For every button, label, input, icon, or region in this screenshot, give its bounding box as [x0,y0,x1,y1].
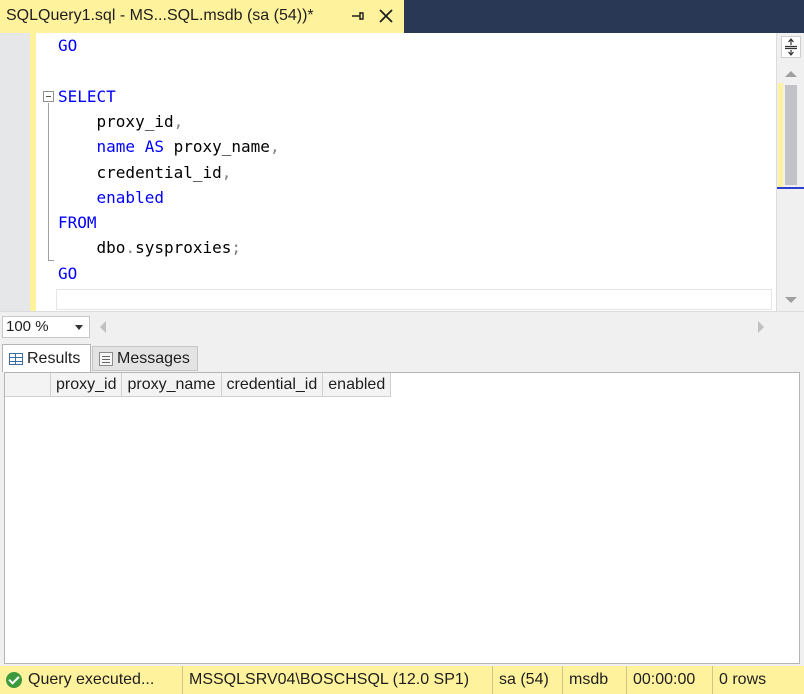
code-token: ; [231,238,242,258]
messages-icon [99,351,113,366]
scroll-down-arrow-icon[interactable] [785,297,797,303]
zoom-dropdown[interactable]: 100 % [2,316,90,338]
close-icon[interactable] [378,8,394,24]
status-server: MSSQLSRV04\BOSCHSQL (12.0 SP1) [182,666,469,694]
status-bar: Query executed... MSSQLSRV04\BOSCHSQL (1… [0,666,804,694]
document-tab[interactable]: SQLQuery1.sql - MS...SQL.msdb (sa (54))* [0,0,404,33]
document-tab-bar: SQLQuery1.sql - MS...SQL.msdb (sa (54))* [0,0,804,33]
tab-results-label: Results [27,349,81,367]
code-token: . [125,238,136,258]
code-token: GO [58,36,78,55]
code-line[interactable]: GO [58,35,77,57]
code-token: credential_id [58,162,222,182]
grid-header-row: proxy_id proxy_name credential_id enable… [5,373,392,397]
code-line[interactable]: credential_id, [58,162,232,184]
code-line[interactable]: GO [58,263,77,285]
document-tab-title: SQLQuery1.sql - MS...SQL.msdb (sa (54))* [6,7,314,24]
code-token: enabled [96,187,164,207]
results-pane: Results Messages proxy_id proxy_name cre… [0,341,804,666]
query-editor[interactable]: GO SELECT proxy_id, name AS proxy_name, c… [0,33,804,311]
code-line[interactable]: name AS proxy_name, [58,136,280,158]
split-window-icon[interactable] [781,36,801,58]
outline-guide-end [48,260,54,261]
code-token: AS [144,137,164,157]
code-line[interactable]: proxy_id, [58,111,184,133]
code-token: dbo [58,238,126,258]
change-tracking-bar [30,33,36,311]
scroll-thumb[interactable] [785,85,797,185]
code-token: GO [58,263,78,283]
column-header[interactable]: enabled [323,373,392,397]
code-token: , [173,111,184,131]
status-row-count: 0 rows [712,666,766,694]
collapse-outline-icon[interactable] [43,91,54,102]
grid-icon [9,352,23,365]
code-token: sysproxies [135,238,232,258]
scroll-right-arrow-icon[interactable] [758,321,764,333]
code-line[interactable]: SELECT [58,86,116,108]
tab-messages-label: Messages [117,349,190,367]
chevron-down-icon [75,325,83,330]
status-user: sa (54) [492,666,549,694]
pin-icon[interactable] [350,8,366,24]
scroll-left-arrow-icon[interactable] [100,321,106,333]
code-line[interactable]: dbo.sysproxies; [58,237,242,259]
scroll-caret-marker [777,187,804,189]
code-token: , [269,137,280,157]
code-token: name [96,137,136,157]
code-token: , [221,162,232,182]
outline-guide [48,103,49,261]
column-header[interactable]: proxy_id [51,373,123,397]
code-line[interactable]: enabled [58,187,164,209]
code-token: proxy_name [163,137,270,157]
success-check-icon [6,672,22,688]
code-token: proxy_id [58,111,174,131]
status-elapsed-time: 00:00:00 [626,666,695,694]
column-header[interactable]: proxy_name [122,373,222,397]
status-database: msdb [562,666,608,694]
status-message: Query executed... [28,671,155,688]
code-token: SELECT [58,86,116,106]
tab-messages[interactable]: Messages [92,346,198,371]
code-token: FROM [58,213,97,233]
scroll-up-arrow-icon[interactable] [785,71,797,77]
results-grid[interactable]: proxy_id proxy_name credential_id enable… [4,372,800,664]
editor-vertical-scrollbar[interactable] [776,33,804,311]
scroll-change-marker [778,83,783,188]
zoom-bar: 100 % [0,311,804,341]
grid-corner-cell[interactable] [5,373,51,397]
column-header[interactable]: credential_id [221,373,324,397]
code-line[interactable]: FROM [58,212,97,234]
current-line-highlight [56,289,772,310]
tab-results[interactable]: Results [2,344,91,372]
editor-indicator-margin [0,33,30,311]
zoom-value: 100 % [6,318,49,335]
